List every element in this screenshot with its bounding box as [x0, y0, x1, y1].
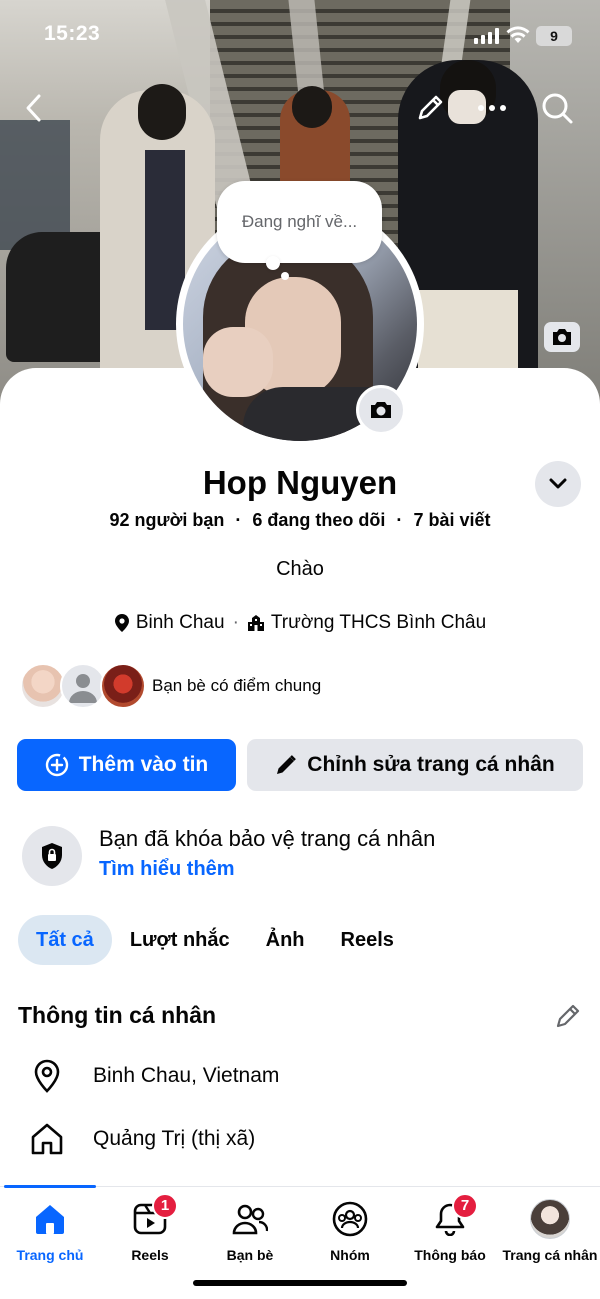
stats-separator: ·: [396, 510, 403, 530]
posts-count[interactable]: 7 bài viết: [413, 510, 490, 530]
cover-camera-icon[interactable]: [544, 322, 580, 352]
location-pin-icon: [30, 1059, 64, 1093]
nav-notifications[interactable]: 7 Thông báo: [400, 1193, 500, 1263]
thinking-placeholder: Đang nghĩ về...: [241, 212, 358, 231]
search-icon[interactable]: [537, 88, 577, 128]
more-options-icon[interactable]: [472, 88, 512, 128]
bell-icon: 7: [430, 1193, 478, 1239]
personal-info-title: Thông tin cá nhân: [18, 1002, 217, 1028]
nav-home[interactable]: Trang chủ: [0, 1199, 100, 1263]
nav-notifications-label: Thông báo: [414, 1247, 486, 1263]
profile-details: Binh Chau · Trường THCS Bình Châu: [0, 612, 600, 634]
tab-mentions[interactable]: Lượt nhắc: [112, 915, 248, 965]
tab-photos[interactable]: Ảnh: [248, 915, 323, 965]
add-to-story-button[interactable]: Thêm vào tin: [17, 739, 236, 791]
nav-friends[interactable]: Bạn bè: [200, 1199, 300, 1263]
nav-home-label: Trang chủ: [16, 1247, 84, 1263]
profile-stats: 92 người bạn · 6 đang theo dõi · 7 bài v…: [0, 510, 600, 531]
mutual-friends[interactable]: Bạn bè có điểm chung: [20, 662, 321, 710]
nav-groups-label: Nhóm: [330, 1247, 370, 1263]
edit-pencil-icon[interactable]: [410, 88, 450, 128]
details-separator: ·: [232, 612, 239, 633]
edit-profile-button[interactable]: Chỉnh sửa trang cá nhân: [247, 739, 583, 791]
info-hometown-text: Quảng Trị (thị xã): [93, 1127, 256, 1150]
shield-lock-icon: [42, 843, 62, 869]
following-count[interactable]: 6 đang theo dõi: [252, 510, 385, 530]
edit-info-pencil-icon[interactable]: [554, 1002, 582, 1030]
nav-groups[interactable]: Nhóm: [300, 1199, 400, 1263]
location-pin-icon: [114, 614, 129, 632]
wifi-icon: [506, 26, 530, 49]
profile-lock-icon: [22, 826, 82, 886]
groups-icon: [330, 1199, 370, 1239]
active-tab-indicator: [4, 1185, 96, 1188]
info-location-text: Binh Chau, Vietnam: [93, 1064, 280, 1087]
status-time: 15:23: [44, 22, 101, 45]
nav-friends-label: Bạn bè: [226, 1247, 274, 1263]
back-arrow-icon[interactable]: [14, 88, 54, 128]
mutual-friends-label: Bạn bè có điểm chung: [152, 676, 322, 695]
friends-count[interactable]: 92 người bạn: [110, 510, 225, 530]
school-icon: [247, 615, 264, 631]
home-icon: [30, 1199, 70, 1239]
friends-icon: [230, 1199, 270, 1239]
avatar-camera-icon[interactable]: [356, 385, 406, 435]
pencil-icon: [277, 755, 297, 774]
add-to-story-label: Thêm vào tin: [78, 753, 209, 776]
learn-more-link[interactable]: Tìm hiểu thêm: [99, 858, 235, 881]
bubble-tail: [266, 256, 280, 270]
school-text: Trường THCS Bình Châu: [270, 612, 487, 633]
nav-reels[interactable]: 1 Reels: [100, 1193, 200, 1263]
info-row-location: Binh Chau, Vietnam: [30, 1056, 279, 1096]
profile-menu-button[interactable]: [535, 461, 581, 507]
cellular-signal-icon: [474, 28, 499, 44]
location-text: Binh Chau: [135, 612, 225, 633]
reels-badge: 1: [152, 1193, 178, 1219]
nav-reels-label: Reels: [131, 1247, 169, 1263]
nav-profile-label: Trang cá nhân: [502, 1247, 598, 1263]
chevron-down-icon: [549, 478, 567, 489]
profile-bio: Chào: [276, 558, 324, 580]
home-indicator: [193, 1280, 407, 1286]
profile-name: Hop Nguyen: [202, 464, 398, 501]
mutual-friend-avatar: [100, 663, 146, 709]
nav-profile[interactable]: Trang cá nhân: [500, 1199, 600, 1263]
add-circle-icon: [45, 753, 68, 777]
stats-separator: ·: [235, 510, 242, 530]
profile-avatar-small: [530, 1199, 570, 1239]
status-bar: 15:23 9: [0, 0, 600, 70]
tab-all[interactable]: Tất cả: [18, 915, 112, 965]
home-icon: [30, 1122, 64, 1156]
bubble-tail-small: [281, 272, 289, 280]
profile-lock-title: Bạn đã khóa bảo vệ trang cá nhân: [99, 826, 436, 851]
thinking-bubble[interactable]: Đang nghĩ về...: [217, 181, 382, 263]
notifications-badge: 7: [452, 1193, 478, 1219]
profile-tabs: Tất cả Lượt nhắc Ảnh Reels: [18, 915, 412, 965]
edit-profile-label: Chỉnh sửa trang cá nhân: [307, 753, 555, 776]
info-row-hometown: Quảng Trị (thị xã): [30, 1119, 255, 1159]
battery-indicator: 9: [536, 26, 572, 46]
tab-reels[interactable]: Reels: [323, 915, 412, 965]
reels-icon: 1: [130, 1193, 178, 1239]
